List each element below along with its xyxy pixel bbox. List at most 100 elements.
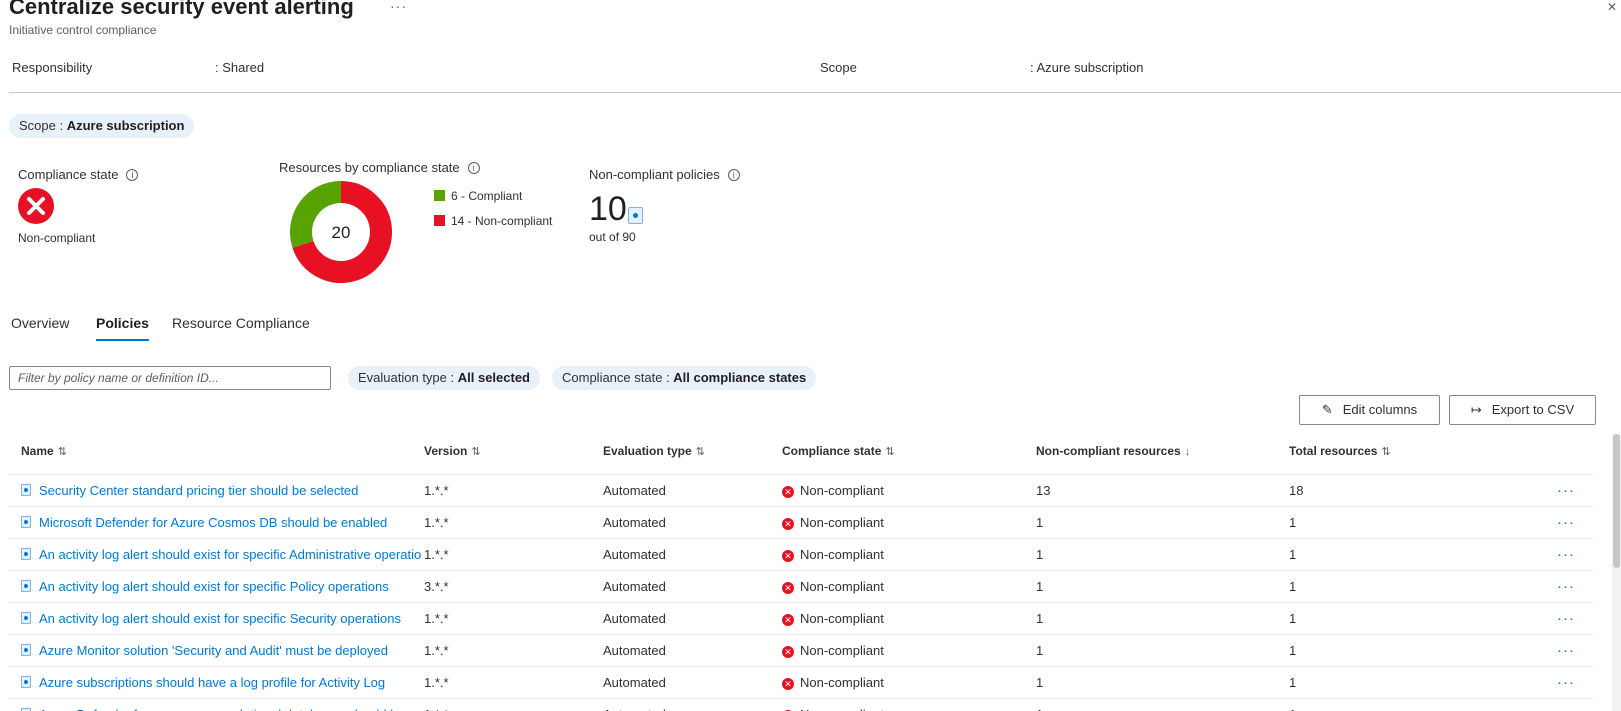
tab-policies[interactable]: Policies xyxy=(96,315,149,341)
column-header-total-resources[interactable]: Total resources ⇅ xyxy=(1289,439,1391,464)
row-more-button[interactable]: ··· xyxy=(1557,475,1575,507)
column-header-version[interactable]: Version ⇅ xyxy=(424,439,481,464)
error-icon xyxy=(18,188,54,224)
compliance-state-text: Non-compliant xyxy=(800,707,884,711)
edit-columns-icon: ✎ xyxy=(1321,402,1333,417)
compliance-state-cell: ✕ Non-compliant xyxy=(782,475,884,507)
policy-name-link[interactable]: Azure Monitor solution 'Security and Aud… xyxy=(39,643,388,658)
table-row[interactable]: An activity log alert should exist for s… xyxy=(9,539,1594,571)
policy-name-cell[interactable]: Azure Monitor solution 'Security and Aud… xyxy=(21,635,421,667)
legend-swatch-compliant xyxy=(434,190,445,201)
policy-icon xyxy=(21,548,31,560)
row-more-button[interactable]: ··· xyxy=(1557,667,1575,699)
column-header-evaluation-type-label: Evaluation type xyxy=(603,444,692,458)
noncompliant-policies-section: Non-compliant policies i xyxy=(589,167,740,182)
policy-name-cell[interactable]: Microsoft Defender for Azure Cosmos DB s… xyxy=(21,507,421,539)
resources-chart-label: Resources by compliance state xyxy=(279,160,460,175)
error-icon: ✕ xyxy=(782,550,794,562)
policy-icon xyxy=(21,612,31,624)
info-icon[interactable]: i xyxy=(467,162,480,174)
page-subtitle: Initiative control compliance xyxy=(9,23,157,37)
compliance-state-cell: ✕ Non-compliant xyxy=(782,571,884,603)
table-row[interactable]: Azure Defender for open-source relationa… xyxy=(9,699,1594,711)
compliance-state-cell: ✕ Non-compliant xyxy=(782,635,884,667)
evaluation-type-cell: Automated xyxy=(603,547,666,562)
filter-input[interactable] xyxy=(9,366,331,390)
policy-name-link[interactable]: Microsoft Defender for Azure Cosmos DB s… xyxy=(39,515,387,530)
export-csv-button[interactable]: ↦ Export to CSV xyxy=(1449,395,1596,425)
row-more-button[interactable]: ··· xyxy=(1557,603,1575,635)
column-header-compliance-state[interactable]: Compliance state ⇅ xyxy=(782,439,895,464)
policy-name-cell[interactable]: An activity log alert should exist for s… xyxy=(21,603,421,635)
policy-name-cell[interactable]: Security Center standard pricing tier sh… xyxy=(21,475,421,507)
tab-overview[interactable]: Overview xyxy=(11,315,69,331)
edit-columns-button[interactable]: ✎ Edit columns xyxy=(1299,395,1440,425)
policy-name-link[interactable]: An activity log alert should exist for s… xyxy=(39,611,401,626)
row-more-button[interactable]: ··· xyxy=(1557,571,1575,603)
noncompliant-resources-cell: 1 xyxy=(1036,547,1044,562)
column-header-noncompliant-resources[interactable]: Non-compliant resources ↓ xyxy=(1036,439,1190,464)
column-header-name[interactable]: Name ⇅ xyxy=(21,439,67,464)
compliance-state-cell: ✕ Non-compliant xyxy=(782,667,884,699)
legend-label-noncompliant: 14 - Non-compliant xyxy=(451,214,553,228)
scrollbar-thumb[interactable] xyxy=(1613,434,1620,568)
column-header-evaluation-type[interactable]: Evaluation type ⇅ xyxy=(603,439,705,464)
noncompliant-resources-cell: 1 xyxy=(1036,699,1043,711)
row-more-button[interactable]: ··· xyxy=(1557,507,1575,539)
noncompliant-policies-out-of: out of 90 xyxy=(589,230,636,244)
responsibility-value: : Shared xyxy=(215,60,265,75)
title-more-button[interactable]: ··· xyxy=(390,0,407,14)
column-header-noncompliant-resources-label: Non-compliant resources xyxy=(1036,444,1181,458)
policy-name-link[interactable]: An activity log alert should exist for s… xyxy=(39,579,389,594)
scope-pill[interactable]: Scope : Azure subscription xyxy=(9,114,195,138)
evaluation-type-filter[interactable]: Evaluation type : All selected xyxy=(348,366,540,390)
compliance-state-cell: ✕ Non-compliant xyxy=(782,539,884,571)
sort-icon: ⇅ xyxy=(885,446,895,458)
noncompliant-policies-count[interactable]: 10 xyxy=(589,190,627,229)
policy-name-link[interactable]: Azure Defender for open-source relationa… xyxy=(39,707,421,711)
policy-icon xyxy=(21,644,31,656)
compliance-state-cell: ✕ Non-compliant xyxy=(782,507,884,539)
table-row[interactable]: Azure subscriptions should have a log pr… xyxy=(9,667,1594,699)
noncompliant-resources-cell: 1 xyxy=(1036,611,1044,626)
total-resources-cell: 1 xyxy=(1289,515,1297,530)
policy-name-cell[interactable]: Azure subscriptions should have a log pr… xyxy=(21,667,421,699)
compliance-donut-chart[interactable]: 20 xyxy=(290,181,392,283)
total-resources-cell: 1 xyxy=(1289,547,1297,562)
policy-name-cell[interactable]: Azure Defender for open-source relationa… xyxy=(21,699,421,711)
info-icon[interactable]: i xyxy=(727,169,740,181)
scope-value: : Azure subscription xyxy=(1030,60,1144,75)
evaluation-type-cell: Automated xyxy=(603,515,666,530)
table-row[interactable]: Azure Monitor solution 'Security and Aud… xyxy=(9,635,1594,667)
policy-name-cell[interactable]: An activity log alert should exist for s… xyxy=(21,539,421,571)
compliance-state-text: Non-compliant xyxy=(800,611,884,626)
table-row[interactable]: Security Center standard pricing tier sh… xyxy=(9,475,1594,507)
table-row[interactable]: Microsoft Defender for Azure Cosmos DB s… xyxy=(9,507,1594,539)
compliance-state-value: Non-compliant xyxy=(18,231,96,245)
sort-icon: ⇅ xyxy=(695,446,705,458)
policy-name-cell[interactable]: An activity log alert should exist for s… xyxy=(21,571,421,603)
row-more-button[interactable]: ··· xyxy=(1557,699,1575,711)
noncompliant-resources-cell: 1 xyxy=(1036,515,1044,530)
compliance-state-text: Non-compliant xyxy=(800,643,884,658)
total-resources-cell: 18 xyxy=(1289,483,1304,498)
policies-table: Name ⇅ Version ⇅ Evaluation type ⇅ Complian… xyxy=(9,439,1594,711)
export-csv-label: Export to CSV xyxy=(1491,402,1575,417)
error-icon: ✕ xyxy=(782,486,794,498)
policy-name-link[interactable]: Security Center standard pricing tier sh… xyxy=(39,483,358,498)
info-icon[interactable]: i xyxy=(126,169,139,181)
legend-swatch-noncompliant xyxy=(434,215,445,226)
policy-name-link[interactable]: Azure subscriptions should have a log pr… xyxy=(39,675,385,690)
noncompliant-resources-cell: 1 xyxy=(1036,579,1044,594)
table-row[interactable]: An activity log alert should exist for s… xyxy=(9,603,1594,635)
row-more-button[interactable]: ··· xyxy=(1557,635,1575,667)
policy-name-link[interactable]: An activity log alert should exist for s… xyxy=(39,547,421,562)
properties-row: Responsibility : Shared Scope : Azure su… xyxy=(0,60,1621,80)
compliance-state-filter[interactable]: Compliance state : All compliance states xyxy=(552,366,817,390)
donut-total: 20 xyxy=(332,223,351,242)
table-row[interactable]: An activity log alert should exist for s… xyxy=(9,571,1594,603)
tab-resource-compliance[interactable]: Resource Compliance xyxy=(172,315,310,331)
compliance-state-text: Non-compliant xyxy=(800,675,884,690)
close-icon[interactable]: ✕ xyxy=(1607,0,1617,14)
row-more-button[interactable]: ··· xyxy=(1557,539,1575,571)
